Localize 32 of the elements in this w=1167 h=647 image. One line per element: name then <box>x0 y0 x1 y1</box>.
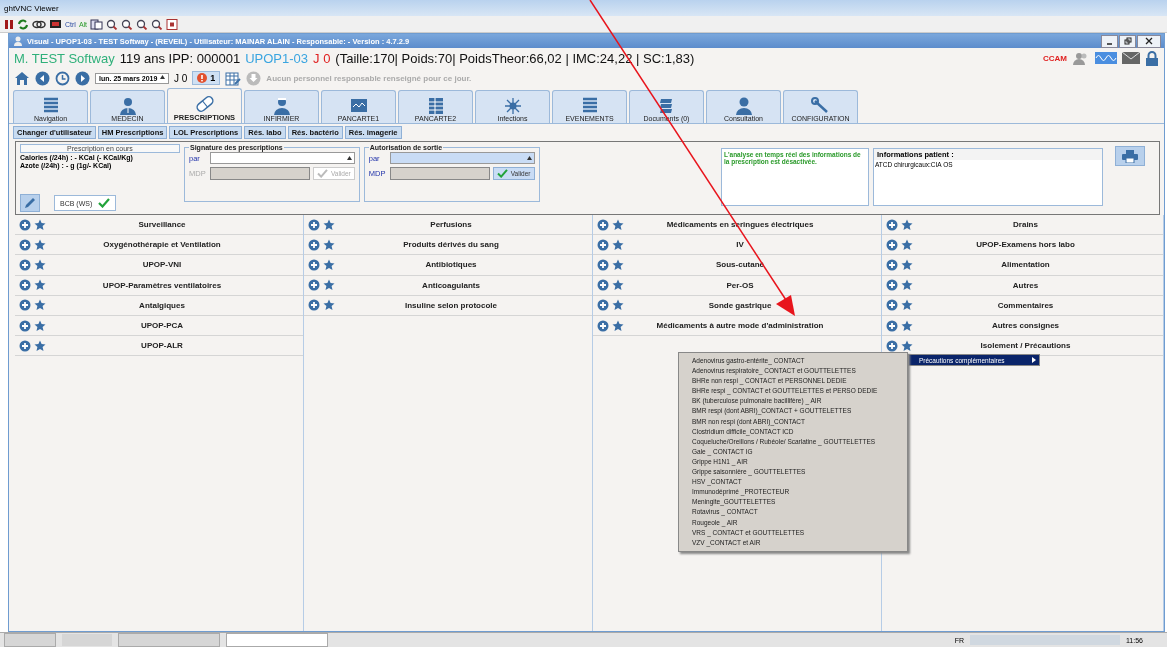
category-label[interactable]: UPOP-Examens hors labo <box>916 240 1163 250</box>
category-label[interactable]: Insuline selon protocole <box>338 300 592 310</box>
category-label[interactable]: Alimentation <box>916 260 1163 270</box>
alert-button[interactable]: 1 <box>192 71 221 85</box>
patient-unit: UPOP1-03 <box>245 50 308 66</box>
patient-name: M. TEST Softway <box>14 50 115 66</box>
category-label[interactable]: Oxygénothérapie et Ventilation <box>49 240 303 250</box>
category-label[interactable]: Drains <box>916 220 1163 230</box>
category-label[interactable]: Perfusions <box>338 220 592 230</box>
category-label[interactable]: UPOP-PCA <box>49 321 303 331</box>
ccam-label[interactable]: CCAM <box>1043 53 1067 63</box>
category-label[interactable]: Autres consignes <box>916 321 1163 331</box>
category-label[interactable]: Commentaires <box>916 300 1163 310</box>
category-label[interactable]: Antibiotiques <box>338 260 592 270</box>
day-label: J 0 <box>174 72 188 84</box>
category-label[interactable]: UPOP-ALR <box>49 341 303 351</box>
viewer-title: ghtVNC Viewer <box>4 3 59 13</box>
patient-day: J 0 <box>313 50 331 66</box>
category-label[interactable]: Per-OS <box>627 280 881 290</box>
category-label[interactable]: Antalgiques <box>49 300 303 310</box>
notice-text: Aucun personnel responsable renseigné pour ce jour. <box>266 73 472 83</box>
category-label[interactable]: UPOP-VNI <box>49 260 303 270</box>
category-label[interactable]: Autres <box>916 280 1163 290</box>
category-label[interactable]: Médicaments à autre mode d'administration <box>627 321 881 331</box>
category-label[interactable]: Isolement / Précautions <box>916 341 1163 351</box>
patient-age-ipp: 119 ans IPP: 000001 <box>119 50 241 66</box>
category-label[interactable]: IV <box>627 240 881 250</box>
category-label[interactable]: Sonde gastrique <box>627 300 881 310</box>
category-label[interactable]: Anticoagulants <box>338 280 592 290</box>
category-label[interactable]: UPOP-Paramètres ventilatoires <box>49 280 303 290</box>
category-label[interactable]: Surveillance <box>49 220 303 230</box>
category-label[interactable]: Produits dérivés du sang <box>338 240 592 250</box>
